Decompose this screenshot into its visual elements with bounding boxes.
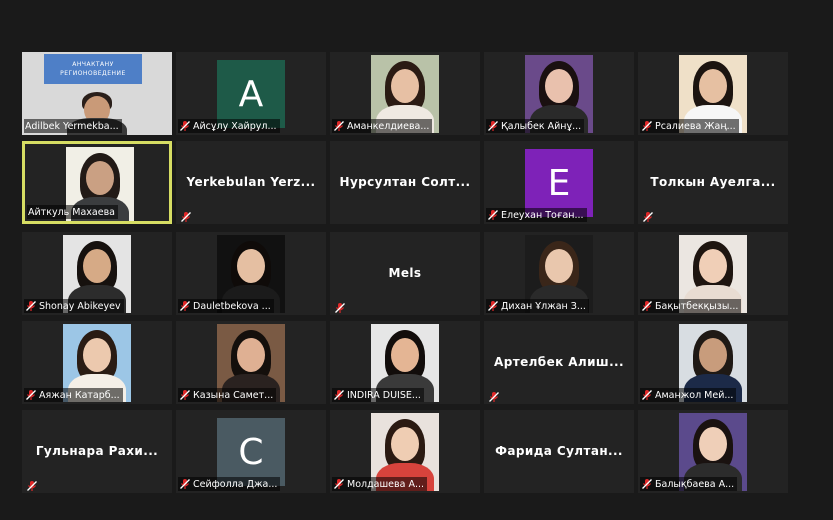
participant-nameplate: Аманкелдиева... [332,119,433,133]
muted-mic-icon [179,478,191,490]
participant-tile[interactable]: Артелбек Алиш... [484,321,634,404]
presenter-banner: АНЧАКТАНУ РЕГИОНОВЕДЕНИЕ [44,54,142,84]
muted-mic-icon [26,477,38,491]
participant-display-name: Гульнара Рахи... [35,444,159,458]
participant-tile[interactable]: Нурсултан Солт... [330,141,480,224]
participant-tile[interactable]: АНЧАКТАНУ РЕГИОНОВЕДЕНИЕ Adilbek Yermekba.… [22,52,172,135]
participant-tile[interactable]: Yerkebulan Yerz... [176,141,326,224]
participant-display-name: Нурсултан Солт... [339,175,471,189]
muted-mic-icon [334,299,346,313]
participant-avatar: E [525,149,593,217]
muted-mic-icon [333,120,345,132]
muted-mic-icon [179,300,191,312]
participant-name: Дихан Ұлжан З... [501,300,586,312]
muted-mic-icon [333,478,345,490]
participant-name: Айткуль Махаева [28,206,115,218]
participant-avatar: A [217,60,285,128]
muted-mic-icon [25,389,37,401]
muted-mic-icon [641,478,653,490]
participant-display-name: Mels [388,266,422,280]
participant-nameplate: Dauletbekova ... [178,299,274,313]
participant-nameplate: Қалыбек Айнұ... [486,119,585,133]
muted-mic-icon [25,300,37,312]
participant-name: Қалыбек Айнұ... [501,120,582,132]
banner-line-2: РЕГИОНОВЕДЕНИЕ [60,70,126,77]
muted-mic-icon [179,120,191,132]
muted-mic-icon [642,208,654,222]
participant-name: Сейфолла Джа... [193,478,278,490]
muted-mic-icon [487,120,499,132]
muted-mic-icon [488,388,500,402]
participant-tile[interactable]: Аманкелдиева... [330,52,480,135]
participant-name: Dauletbekova ... [193,300,271,312]
participant-nameplate: Дихан Ұлжан З... [486,299,589,313]
participant-tile[interactable]: Бақытбекқызы... [638,232,788,315]
participant-name: Аяжан Катарб... [39,389,120,401]
participant-nameplate: Молдашева А... [332,477,428,491]
participant-tile[interactable]: Аяжан Катарб... [22,321,172,404]
participant-name: Молдашева А... [347,478,425,490]
participant-name: Елеухан Тоған... [501,209,584,221]
participant-tile[interactable]: Аманжол Мей... [638,321,788,404]
participant-name: Рсалиева Жаң... [655,120,736,132]
participant-name: Adilbek Yermekba... [25,120,119,132]
participant-nameplate: Adilbek Yermekba... [24,119,122,133]
participant-tile[interactable]: Mels [330,232,480,315]
muted-mic-icon [641,120,653,132]
participant-name: Бақытбекқызы... [655,300,739,312]
participant-name: Аманкелдиева... [347,120,430,132]
participant-tile[interactable]: C Сейфолла Джа... [176,410,326,493]
participant-display-name: Артелбек Алиш... [494,355,624,369]
participant-tile[interactable]: Қалыбек Айнұ... [484,52,634,135]
participant-tile[interactable]: Толкын Ауелга... [638,141,788,224]
muted-mic-icon [487,300,499,312]
participant-tile[interactable]: E Елеухан Тоған... [484,141,634,224]
participant-display-name: Yerkebulan Yerz... [186,175,316,189]
participant-tile[interactable]: INDIRA DUISE... [330,321,480,404]
participant-tile[interactable]: Гульнара Рахи... [22,410,172,493]
muted-mic-icon [487,209,499,221]
participant-name: Казына Самет... [193,389,274,401]
participant-nameplate: Бақытбекқызы... [640,299,742,313]
participant-avatar: C [217,418,285,486]
muted-mic-icon [641,389,653,401]
muted-mic-icon [180,208,192,222]
muted-mic-icon [179,389,191,401]
participant-name: Айсұлу Хайрул... [193,120,277,132]
participant-tile[interactable]: A Айсұлу Хайрул... [176,52,326,135]
video-gallery-grid: АНЧАКТАНУ РЕГИОНОВЕДЕНИЕ Adilbek Yermekba.… [22,52,788,497]
participant-display-name: Фарида Султан... [495,444,623,458]
participant-name: Shonay Abikeyev [39,300,121,312]
participant-tile[interactable]: Dauletbekova ... [176,232,326,315]
participant-nameplate: Балықбаева А... [640,477,738,491]
participant-name: Аманжол Мей... [655,389,734,401]
participant-tile[interactable]: Дихан Ұлжан З... [484,232,634,315]
participant-tile[interactable]: Фарида Султан... [484,410,634,493]
participant-nameplate: Shonay Abikeyev [24,299,124,313]
participant-nameplate: Сейфолла Джа... [178,477,281,491]
muted-mic-icon [333,389,345,401]
participant-tile[interactable]: Айткуль Махаева [22,141,172,224]
participant-nameplate: Елеухан Тоған... [486,208,587,222]
participant-nameplate: Айсұлу Хайрул... [178,119,280,133]
banner-line-1: АНЧАКТАНУ [72,61,114,68]
participant-nameplate: Казына Самет... [178,388,277,402]
participant-nameplate: Аяжан Катарб... [24,388,123,402]
participant-display-name: Толкын Ауелга... [650,175,776,189]
participant-tile[interactable]: Молдашева А... [330,410,480,493]
participant-nameplate: Аманжол Мей... [640,388,737,402]
muted-mic-icon [641,300,653,312]
participant-tile[interactable]: Казына Самет... [176,321,326,404]
participant-nameplate: Айткуль Махаева [27,205,118,219]
participant-tile[interactable]: Рсалиева Жаң... [638,52,788,135]
participant-nameplate: INDIRA DUISE... [332,388,424,402]
participant-name: INDIRA DUISE... [347,389,421,401]
participant-tile[interactable]: Балықбаева А... [638,410,788,493]
participant-tile[interactable]: Shonay Abikeyev [22,232,172,315]
participant-name: Балықбаева А... [655,478,735,490]
participant-nameplate: Рсалиева Жаң... [640,119,739,133]
